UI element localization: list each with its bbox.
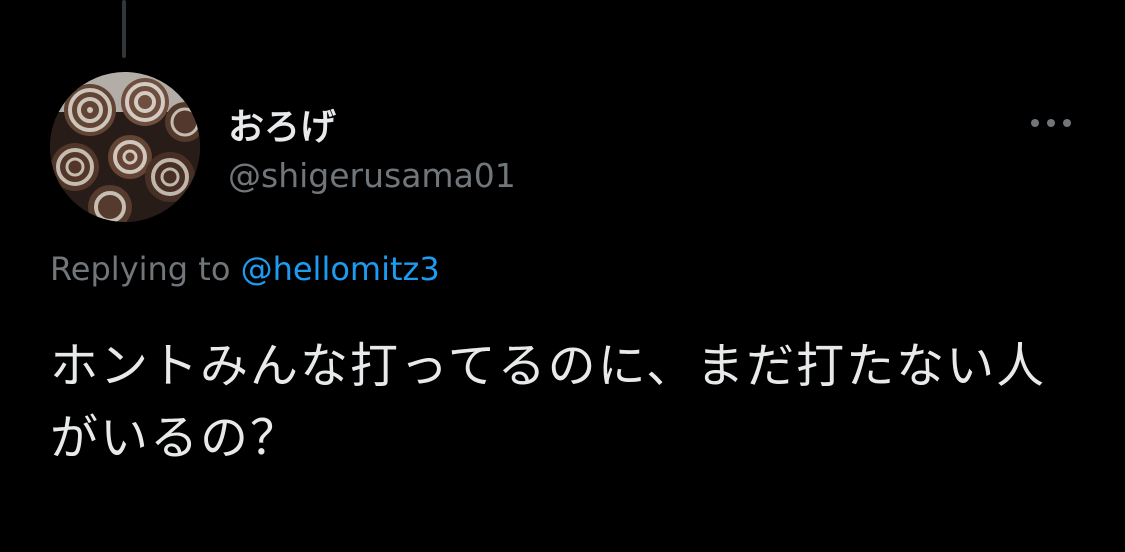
replying-to-mention-link[interactable]: @hellomitz3	[241, 250, 440, 288]
display-name[interactable]: おろげ	[228, 98, 336, 150]
tweet-text: ホントみんな打ってるのに、まだ打たない人がいるの？	[50, 338, 1047, 466]
more-options-button[interactable]	[1024, 108, 1078, 138]
replying-to-label: Replying to	[50, 250, 231, 288]
avatar[interactable]	[50, 72, 200, 222]
avatar-image	[50, 72, 200, 222]
thread-connector-line	[122, 0, 126, 58]
more-horizontal-icon	[1031, 119, 1071, 127]
user-handle[interactable]: @shigerusama01	[228, 156, 516, 195]
replying-to-line: Replying to @hellomitz3	[50, 250, 440, 288]
